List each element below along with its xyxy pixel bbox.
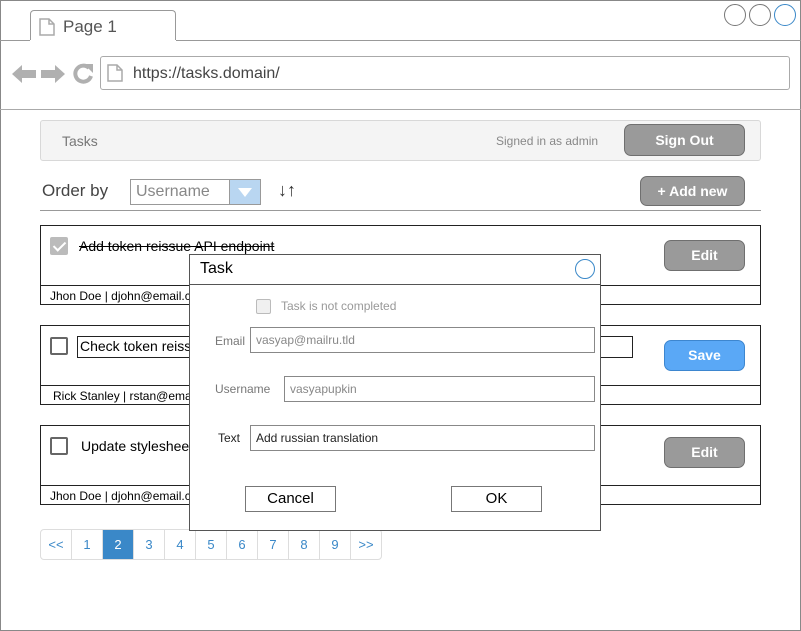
order-by-select[interactable]: Username: [130, 179, 261, 205]
tab-title: Page 1: [63, 17, 117, 36]
pagination: << 1 2 3 4 5 6 7 8 9 >>: [40, 529, 382, 560]
tab-bottom-gap: [30, 40, 176, 41]
close-window-button[interactable]: [774, 4, 796, 26]
text-label: Text: [218, 431, 241, 445]
add-new-button[interactable]: + Add new: [640, 176, 745, 206]
page-icon: [107, 64, 123, 82]
completed-label: Task is not completed: [281, 299, 397, 313]
task-text: Add token reissue API endpoint: [79, 238, 275, 254]
page-link[interactable]: 9: [320, 530, 351, 559]
task-text: Update stylesheet: [81, 438, 194, 454]
username-label: Username: [215, 382, 271, 396]
edit-button[interactable]: Edit: [664, 240, 745, 271]
page-link[interactable]: 8: [289, 530, 320, 559]
page-link[interactable]: 6: [227, 530, 258, 559]
chevron-down-icon[interactable]: [229, 180, 260, 204]
url-text: https://tasks.domain/: [133, 65, 280, 82]
page-first[interactable]: <<: [41, 530, 72, 559]
toolbar-divider: [0, 109, 801, 110]
browser-tab[interactable]: Page 1: [30, 10, 176, 41]
page-link[interactable]: 1: [72, 530, 103, 559]
maximize-button[interactable]: [749, 4, 771, 26]
username-field[interactable]: vasyapupkin: [284, 376, 595, 402]
page-link[interactable]: 4: [165, 530, 196, 559]
back-arrow-icon[interactable]: [10, 62, 38, 86]
text-field[interactable]: Add russian translation: [250, 425, 595, 451]
task-text: Check token reissue: [80, 338, 207, 354]
order-by-value: Username: [136, 183, 210, 200]
task-completed-checkbox[interactable]: [50, 337, 68, 355]
email-label: Email: [215, 334, 246, 348]
address-bar[interactable]: https://tasks.domain/: [100, 56, 790, 90]
app-title: Tasks: [62, 133, 98, 149]
refresh-icon[interactable]: [70, 62, 96, 86]
close-icon[interactable]: [575, 259, 595, 279]
page-link[interactable]: 3: [134, 530, 165, 559]
page-link[interactable]: 7: [258, 530, 289, 559]
email-field[interactable]: vasyap@mailru.tld: [250, 327, 595, 353]
signed-in-status: Signed in as admin: [496, 134, 599, 148]
save-button[interactable]: Save: [664, 340, 745, 371]
task-meta: Jhon Doe | djohn@email.com: [50, 489, 208, 503]
ok-button[interactable]: OK: [451, 486, 542, 512]
page-link[interactable]: 5: [196, 530, 227, 559]
toolbar-separator: [40, 210, 761, 211]
minimize-button[interactable]: [724, 4, 746, 26]
dialog-title-divider: [190, 284, 600, 285]
page-link-current[interactable]: 2: [103, 530, 134, 559]
forward-arrow-icon[interactable]: [39, 62, 67, 86]
dialog-title: Task: [200, 260, 233, 277]
completed-checkbox[interactable]: [256, 299, 271, 314]
sort-direction-icon[interactable]: ↓↑: [278, 180, 296, 201]
order-by-label: Order by: [42, 181, 109, 200]
task-meta: Jhon Doe | djohn@email.com: [50, 289, 208, 303]
page-last[interactable]: >>: [351, 530, 381, 559]
document-icon: [39, 18, 55, 36]
task-dialog: Task Task is not completed Email vasyap@…: [189, 254, 601, 531]
edit-button[interactable]: Edit: [664, 437, 745, 468]
sign-out-button[interactable]: Sign Out: [624, 124, 745, 156]
task-completed-checkbox[interactable]: [50, 237, 68, 255]
cancel-button[interactable]: Cancel: [245, 486, 336, 512]
task-completed-checkbox[interactable]: [50, 437, 68, 455]
